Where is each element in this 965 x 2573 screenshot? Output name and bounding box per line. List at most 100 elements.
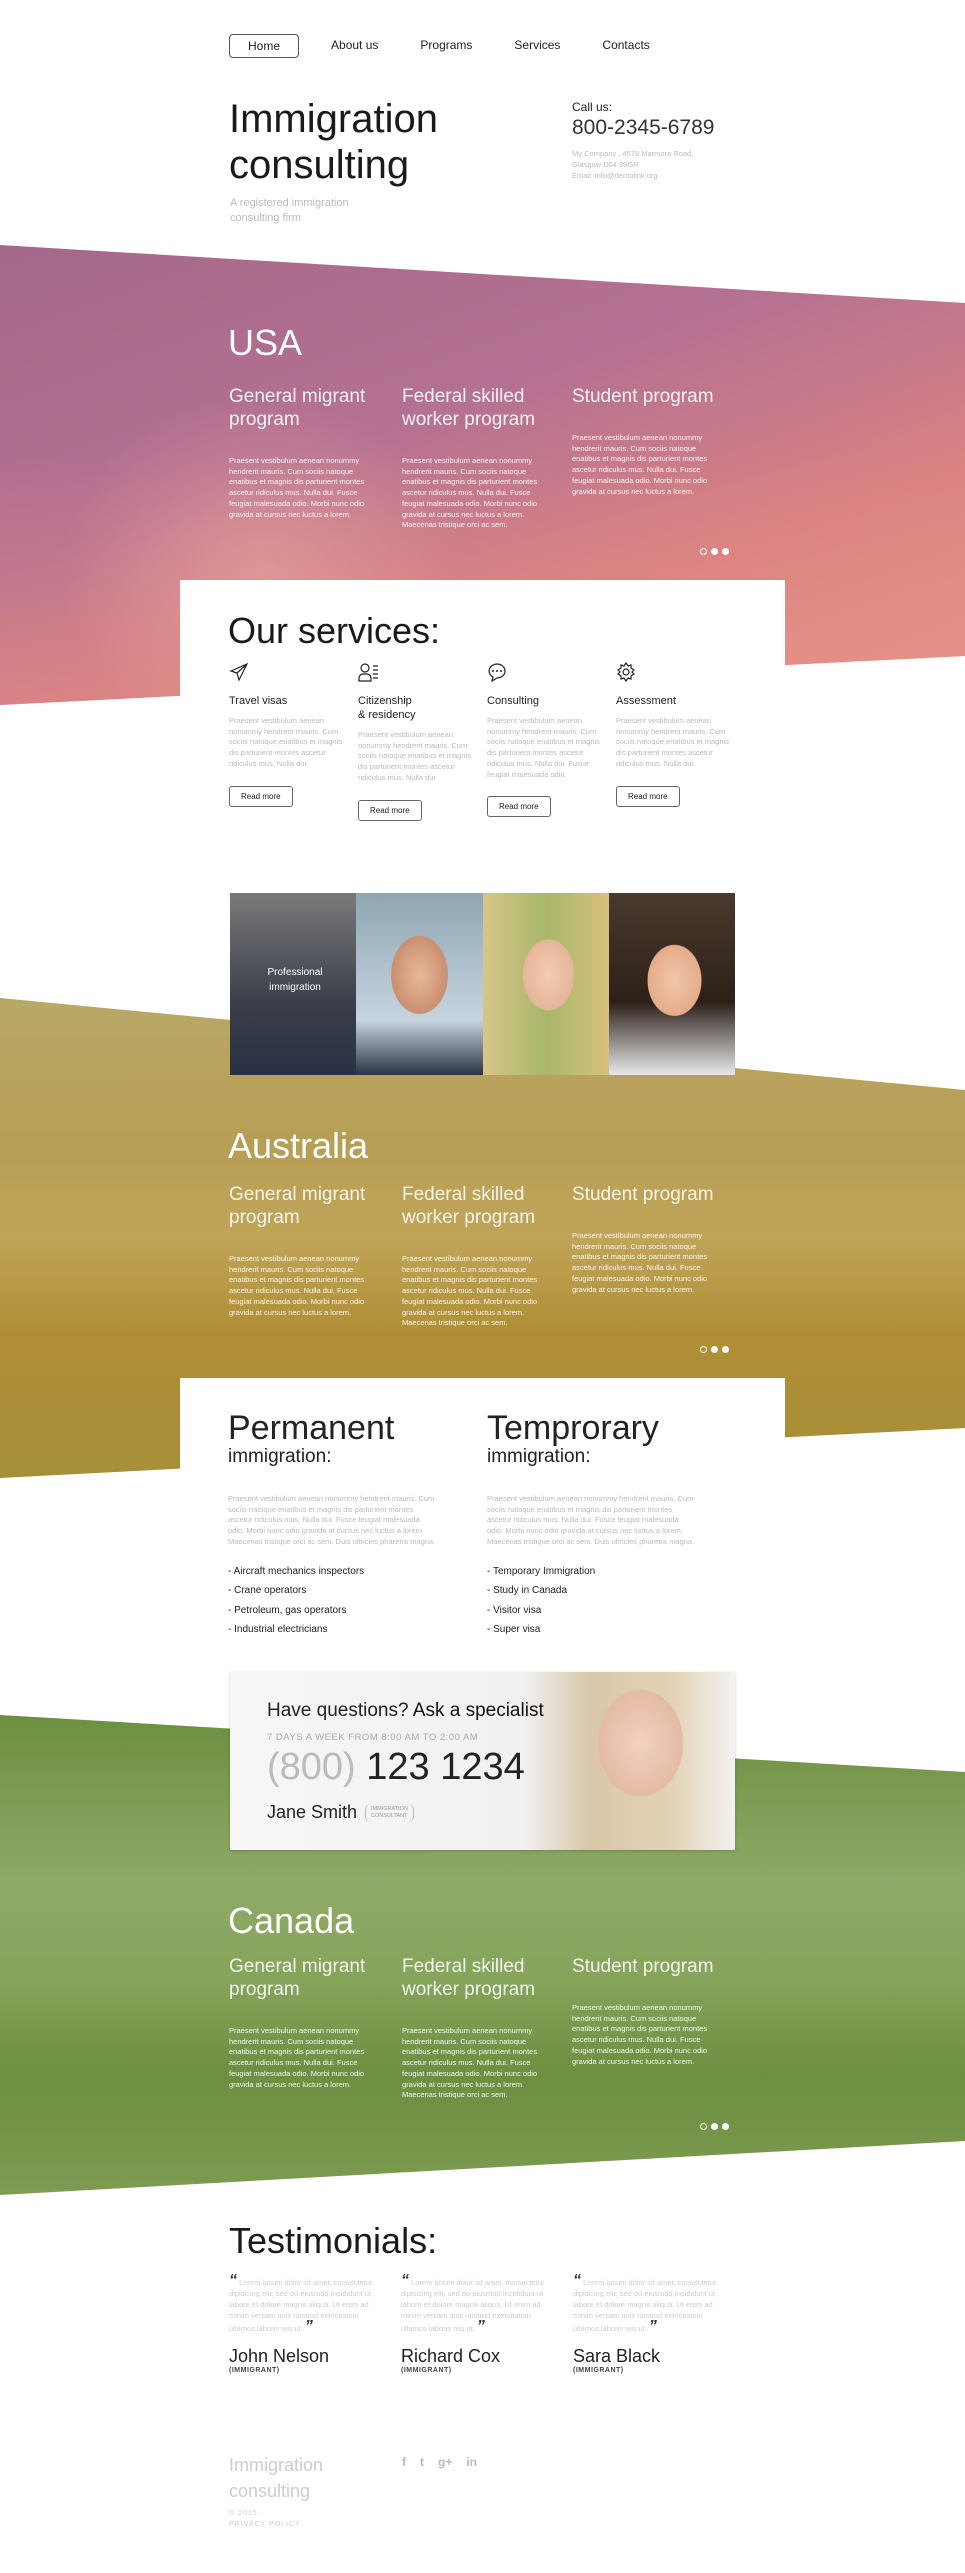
ask-specialist-link[interactable]: Ask a specialist: [413, 1700, 544, 1721]
list-item[interactable]: - Visitor visa: [487, 1601, 697, 1621]
open-quote-icon: “: [573, 2272, 581, 2289]
nav-programs[interactable]: Programs: [420, 34, 472, 58]
slider-dot[interactable]: [700, 1346, 707, 1353]
specialist-phone[interactable]: 123 1234: [366, 1746, 525, 1788]
services-title: Our services:: [228, 610, 441, 651]
footer-title-line: Immigration: [229, 2455, 324, 2475]
slider-dot[interactable]: [722, 1346, 729, 1353]
read-more-button[interactable]: Read more: [616, 785, 680, 807]
program-card[interactable]: Student program Praesent vestibulum aenea…: [572, 1183, 722, 1295]
photo-overlay-label: Professional immigration: [267, 967, 323, 993]
program-title: General migrant program: [229, 1184, 366, 1228]
program-card[interactable]: General migrant program Praesent vestibul…: [229, 1955, 379, 2090]
nav-contacts[interactable]: Contacts: [602, 34, 649, 58]
privacy-policy-link[interactable]: PRIVACY POLICY: [229, 2519, 323, 2530]
read-more-button[interactable]: Read more: [358, 799, 422, 821]
photo-strip: Professional immigration: [230, 893, 735, 1075]
close-quote-icon: ”: [648, 2318, 657, 2335]
testimonial-role: (IMMIGRANT): [573, 2367, 624, 2374]
program-title: General migrant program: [229, 1956, 366, 2000]
program-title: General migrant program: [229, 386, 366, 430]
twitter-icon[interactable]: t: [420, 2455, 424, 2469]
list-item[interactable]: - Crane operators: [228, 1581, 438, 1601]
testimonial-text: “ Lorem ipsum dolor sit amet, consectetu…: [229, 2273, 379, 2335]
program-card[interactable]: Student program Praesent vestibulum aenea…: [572, 385, 722, 497]
immigration-text: Praesent vestibulum aenean nonummy hendr…: [487, 1494, 695, 1546]
tagline-line: consulting firm: [230, 212, 301, 224]
immigration-list: - Temporary Immigration - Study in Canada…: [487, 1562, 697, 1640]
area-code: (800): [267, 1746, 356, 1788]
specialist-card: Have questions? Ask a specialist 7 DAYS …: [230, 1672, 735, 1850]
program-card[interactable]: Federal skilled worker program Praesent v…: [402, 385, 552, 531]
specialist-photo: [525, 1672, 735, 1850]
slider-dot[interactable]: [722, 2123, 729, 2130]
slider-dot[interactable]: [722, 548, 729, 555]
slider-dot[interactable]: [700, 2123, 707, 2130]
tagline-line: A registered immigration: [230, 197, 349, 209]
testimonial: “ Lorem ipsum dolor sit amet, consectetu…: [573, 2272, 723, 2375]
program-card[interactable]: Federal skilled worker program Praesent v…: [402, 1955, 552, 2101]
immigration-heading: Permanent: [228, 1409, 395, 1447]
read-more-button[interactable]: Read more: [229, 785, 293, 807]
program-text: Praesent vestibulum aenean nonummy hendr…: [572, 433, 708, 496]
service-card: Consulting Praesent vestibulum aenean non…: [487, 662, 607, 818]
read-more-button[interactable]: Read more: [487, 796, 551, 818]
list-item-label: Visitor visa: [493, 1604, 542, 1616]
list-item-label: Temporary Immigration: [492, 1565, 596, 1577]
photo-girl[interactable]: [608, 893, 735, 1075]
program-text: Praesent vestibulum aenean nonummy hendr…: [402, 456, 538, 530]
slider-dots: [700, 548, 729, 555]
nav-home[interactable]: Home: [229, 34, 300, 58]
program-card[interactable]: Student program Praesent vestibulum aenea…: [572, 1955, 722, 2067]
program-card[interactable]: General migrant program Praesent vestibul…: [229, 1183, 379, 1318]
slider-dot[interactable]: [711, 548, 718, 555]
program-text: Praesent vestibulum aenean nonummy hendr…: [229, 456, 365, 519]
testimonial-role: (IMMIGRANT): [229, 2367, 280, 2374]
list-item[interactable]: - Industrial electricians: [228, 1620, 438, 1640]
nav-services[interactable]: Services: [514, 34, 560, 58]
email[interactable]: Email: info@demolink.org: [572, 170, 714, 181]
immigration-subheading: immigration:: [228, 1446, 332, 1467]
address: My Company , 4578 Marmora Road, Glasgow D…: [572, 148, 714, 181]
service-text: Praesent vestibulum aenean nonummy hendr…: [616, 716, 729, 768]
title-line: consulting: [229, 143, 410, 187]
photo-woman[interactable]: [482, 893, 609, 1075]
close-quote-icon: ”: [476, 2318, 485, 2335]
nav-about[interactable]: About us: [331, 34, 378, 58]
list-item[interactable]: - Super visa: [487, 1620, 697, 1640]
specialist-name: Jane Smith: [267, 1802, 358, 1822]
program-card[interactable]: General migrant program Praesent vestibul…: [229, 385, 379, 520]
program-title: Student program: [572, 1184, 714, 1205]
slider-dot[interactable]: [700, 548, 707, 555]
contact-block: Call us: 800-2345-6789 My Company , 4578…: [572, 100, 714, 181]
phone[interactable]: 800-2345-6789: [572, 116, 714, 140]
list-item[interactable]: - Petroleum, gas operators: [228, 1601, 438, 1621]
photo-man-glasses[interactable]: [356, 893, 483, 1075]
service-text: Praesent vestibulum aenean nonummy hendr…: [487, 716, 600, 779]
list-item-label: Study in Canada: [493, 1585, 568, 1597]
facebook-icon[interactable]: f: [402, 2455, 406, 2469]
immigration-list: - Aircraft mechanics inspectors - Crane o…: [228, 1562, 438, 1640]
program-card[interactable]: Federal skilled worker program Praesent v…: [402, 1183, 552, 1329]
program-text: Praesent vestibulum aenean nonummy hendr…: [229, 2026, 365, 2089]
slider-dots: [700, 1346, 729, 1353]
program-title: Student program: [572, 1956, 714, 1977]
open-quote-icon: “: [401, 2272, 409, 2289]
photo-worker[interactable]: Professional immigration: [230, 893, 357, 1075]
list-item[interactable]: - Aircraft mechanics inspectors: [228, 1562, 438, 1582]
slider-dot[interactable]: [711, 1346, 718, 1353]
address-line: My Company , 4578 Marmora Road,: [572, 149, 694, 158]
service-title: Citizenship & residency: [358, 695, 416, 721]
immigration-column: Permanent immigration: Praesent vestibulum…: [228, 1410, 438, 1640]
google-plus-icon[interactable]: g+: [438, 2455, 452, 2469]
question-text: Have questions?: [267, 1700, 409, 1721]
list-item-label: Aircraft mechanics inspectors: [233, 1565, 365, 1577]
quote-body: Lorem ipsum dolor sit amet, consectetur …: [401, 2278, 545, 2333]
list-item[interactable]: - Temporary Immigration: [487, 1562, 697, 1582]
service-card: Assessment Praesent vestibulum aenean non…: [616, 661, 736, 807]
slider-dot[interactable]: [711, 2123, 718, 2130]
immigration-heading: Temprorary: [487, 1409, 659, 1447]
list-item[interactable]: - Study in Canada: [487, 1581, 697, 1601]
linkedin-icon[interactable]: in: [466, 2455, 477, 2469]
service-text: Praesent vestibulum aenean nonummy hendr…: [229, 716, 342, 768]
